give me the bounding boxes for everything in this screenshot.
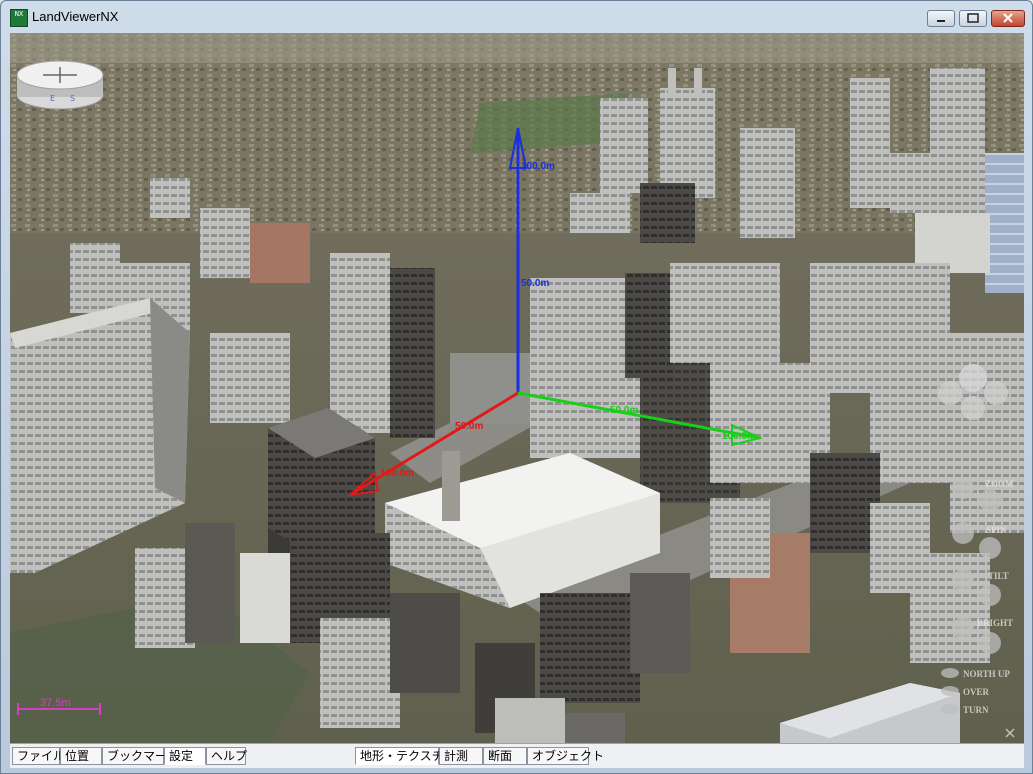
over-label: OVER [963, 687, 990, 697]
minimize-icon [937, 20, 945, 22]
north-up-label: NORTH UP [963, 669, 1010, 679]
horizon-haze [10, 33, 1024, 63]
red-label-100: 100.0m [380, 468, 414, 479]
spin-label: SPIN [986, 525, 1007, 535]
svg-text:S: S [70, 94, 75, 103]
green-label-100: 100.0m [722, 431, 756, 442]
maximize-icon [967, 13, 979, 23]
bright-up-button[interactable] [952, 617, 974, 639]
green-label-50: 50.0m [610, 405, 638, 416]
north-up-button[interactable] [941, 668, 959, 678]
vertical-label-100: 100.0m [521, 161, 555, 172]
tab-location[interactable]: 位置 [60, 747, 102, 765]
tab-terrain-texture[interactable]: 地形・テクスチャ [355, 747, 456, 765]
bottom-tab-bar: ファイル 位置 ブックマーク 設定 ヘルプ 地形・テクスチャ 計測 断面 オブジ… [10, 743, 1024, 768]
turn-label: TURN [963, 705, 989, 715]
minimize-button[interactable] [927, 10, 955, 27]
tab-measure[interactable]: 計測 [439, 747, 483, 765]
tab-bookmark[interactable]: ブックマーク [102, 747, 179, 765]
city-scene[interactable]: E S 100.0m 50.0m 50.0m 100.0m 50.0m 100.… [10, 33, 1024, 743]
turn-button[interactable] [941, 704, 959, 714]
tab-object[interactable]: オブジェクト [527, 747, 604, 765]
move-right-icon[interactable] [984, 381, 1008, 405]
move-down-icon[interactable] [961, 396, 985, 420]
tab-settings[interactable]: 設定 [164, 747, 206, 765]
title-bar[interactable]: NX LandViewerNX [1, 1, 1032, 33]
maximize-button[interactable] [959, 10, 987, 27]
red-label-50: 50.0m [455, 421, 483, 432]
spin-right-button[interactable] [979, 537, 1001, 559]
map-3d-viewport[interactable]: E S 100.0m 50.0m 50.0m 100.0m 50.0m 100.… [10, 33, 1024, 743]
bright-down-button[interactable] [979, 632, 1001, 654]
app-icon: NX [10, 9, 28, 27]
tilt-up-button[interactable] [952, 569, 974, 591]
svg-text:E: E [50, 94, 55, 103]
zoom-in-button[interactable] [952, 477, 974, 499]
close-icon [1003, 13, 1013, 23]
tilt-label: TILT [988, 571, 1009, 581]
over-button[interactable] [941, 686, 959, 696]
close-button[interactable] [991, 10, 1025, 27]
window-title: LandViewerNX [32, 9, 119, 24]
move-up-icon[interactable] [959, 364, 987, 392]
app-window: NX LandViewerNX E S 100.0m 50.0m 50.0m 1… [0, 0, 1033, 774]
vertical-label-50: 50.0m [521, 278, 549, 289]
move-left-icon[interactable] [938, 381, 962, 405]
zoom-label: ZOOM [985, 479, 1014, 489]
spin-left-button[interactable] [952, 522, 974, 544]
scale-bar-label: 37.5m [40, 697, 71, 709]
tab-help[interactable]: ヘルプ [206, 747, 247, 765]
zoom-out-button[interactable] [979, 490, 1001, 512]
tab-section[interactable]: 断面 [483, 747, 527, 765]
tab-file[interactable]: ファイル [12, 747, 65, 765]
bright-label: BRIGHT [977, 618, 1013, 628]
tilt-down-button[interactable] [979, 584, 1001, 606]
compass-icon[interactable]: E S [16, 60, 104, 110]
